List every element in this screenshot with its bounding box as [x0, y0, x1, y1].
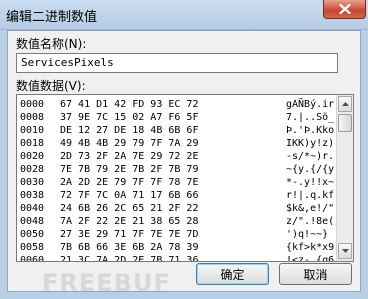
value-name-label: 数值名称(N): — [16, 37, 87, 51]
row-offset: 0060 — [20, 255, 45, 262]
row-hex: 21 3C 7A 2D 2E 7B 71 36 — [60, 255, 199, 262]
hex-row: 0050 27 3E 29 71 7F 7E 7E 7D ')q!~~} — [20, 228, 346, 241]
window-title: 编辑二进制数值 — [6, 10, 98, 25]
hex-row: 0038 72 7F 7C 0A 71 17 6B 66 r!|.q.kf — [20, 189, 346, 202]
hex-row: 0040 24 6B 26 2C 65 21 2F 22 $k&,e!/" — [20, 202, 346, 215]
title-bar: 编辑二进制数值 — [0, 0, 368, 30]
row-hex: 72 7F 7C 0A 71 17 6B 66 — [60, 190, 199, 201]
ok-button[interactable]: 确定 — [196, 263, 269, 285]
row-hex: 67 41 D1 42 FD 93 EC 72 — [60, 99, 199, 110]
hex-row: 0008 37 9E 7C 15 02 A7 F6 5F 7.|..Sö_ — [20, 111, 346, 124]
hex-row: 0028 7E 7B 79 2E 7B 2F 7B 79 ~{y.{/{y — [20, 163, 346, 176]
scroll-down-button[interactable] — [338, 243, 352, 259]
hex-row: 0018 49 4B 4B 29 79 7F 7A 29 IKK)y!z) — [20, 137, 346, 150]
scroll-thumb[interactable] — [338, 114, 352, 132]
dialog-body: 数值名称(N): ServicesPixels 数值数据(V): 0000 67 … — [7, 30, 361, 297]
row-hex: DE 12 27 DE 18 4B 6B 6F — [60, 125, 199, 136]
row-offset: 0030 — [20, 177, 45, 188]
scroll-up-button[interactable] — [338, 96, 352, 112]
row-hex: 7B 6B 66 3E 6B 2A 78 39 — [60, 242, 199, 253]
row-hex: 24 6B 26 2C 65 21 2F 22 — [60, 203, 199, 214]
hex-row: 0010 DE 12 27 DE 18 4B 6B 6F Þ.'Þ.Kko — [20, 124, 346, 137]
close-button[interactable] — [323, 0, 366, 19]
value-data-editor[interactable]: 0000 67 41 D1 42 FD 93 EC 72 gAÑBý.ir 0008 3… — [16, 94, 354, 262]
row-hex: 37 9E 7C 15 02 A7 F6 5F — [60, 112, 199, 123]
vertical-scrollbar[interactable] — [336, 95, 353, 261]
scroll-up-icon — [341, 102, 349, 106]
row-offset: 0040 — [20, 203, 45, 214]
row-offset: 0048 — [20, 216, 45, 227]
hex-row: 0058 7B 6B 66 3E 6B 2A 78 39 {kf>k*x9 — [20, 241, 346, 254]
row-offset: 0038 — [20, 190, 45, 201]
scroll-down-icon — [341, 249, 349, 253]
row-hex: 7E 7B 79 2E 7B 2F 7B 79 — [60, 164, 199, 175]
value-data-label: 数值数据(V): — [16, 79, 86, 93]
row-hex: 27 3E 29 71 7F 7E 7E 7D — [60, 229, 199, 240]
row-offset: 0018 — [20, 138, 45, 149]
row-hex: 7A 2F 22 2E 21 38 65 28 — [60, 216, 199, 227]
row-offset: 0058 — [20, 242, 45, 253]
watermark-logo: FREEBUF — [42, 269, 171, 297]
row-hex: 2A 2D 2E 79 7F 7F 78 7E — [60, 177, 199, 188]
row-hex: 2D 73 2F 2A 7E 29 72 2E — [60, 151, 199, 162]
row-offset: 0028 — [20, 164, 45, 175]
hex-row: 0020 2D 73 2F 2A 7E 29 72 2E -s/*~)r. — [20, 150, 346, 163]
row-offset: 0008 — [20, 112, 45, 123]
row-offset: 0010 — [20, 125, 45, 136]
row-offset: 0000 — [20, 99, 45, 110]
hex-row: 0030 2A 2D 2E 79 7F 7F 78 7E *-.y!!x~ — [20, 176, 346, 189]
hex-row: 0048 7A 2F 22 2E 21 38 65 28 z/".!8e( — [20, 215, 346, 228]
cancel-button[interactable]: 取消 — [279, 263, 352, 285]
close-icon — [338, 4, 351, 14]
row-offset: 0050 — [20, 229, 45, 240]
hex-row: 0000 67 41 D1 42 FD 93 EC 72 gAÑBý.ir — [20, 98, 346, 111]
hex-row: 0060 21 3C 7A 2D 2E 7B 71 36 !<z-.{q6 — [20, 254, 346, 262]
row-offset: 0020 — [20, 151, 45, 162]
hex-rows: 0000 67 41 D1 42 FD 93 EC 72 gAÑBý.ir 0008 3… — [20, 98, 346, 262]
row-hex: 49 4B 4B 29 79 7F 7A 29 — [60, 138, 199, 149]
value-name-field[interactable]: ServicesPixels — [16, 53, 338, 73]
